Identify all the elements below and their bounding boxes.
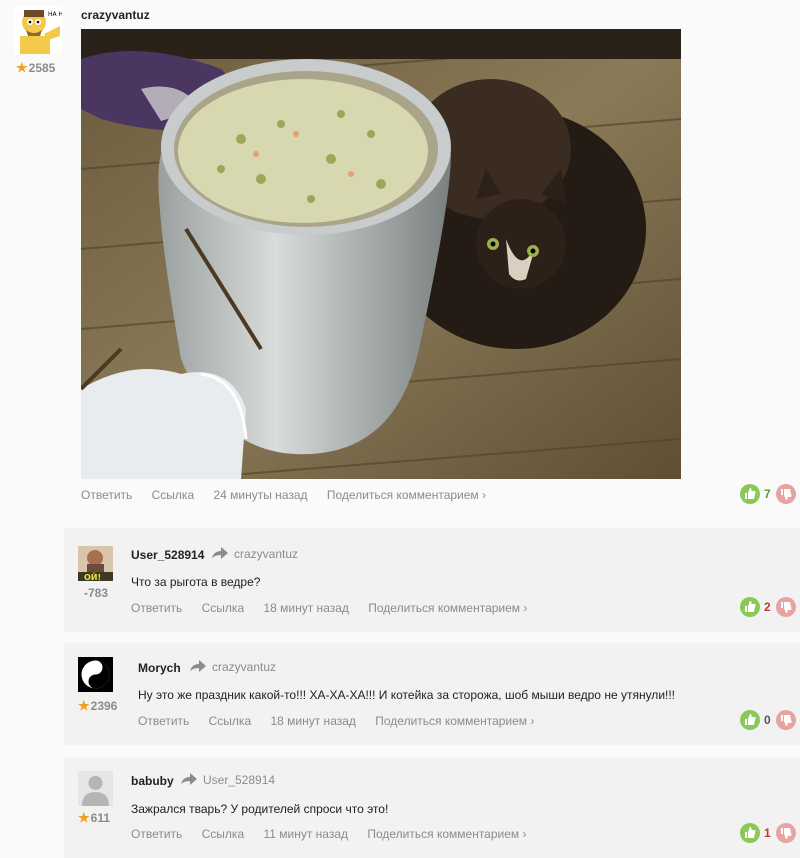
reply-arrow-icon: [212, 547, 228, 562]
comment-score: 2: [764, 600, 771, 614]
reply-to-user[interactable]: User_528914: [203, 773, 275, 787]
comment-author[interactable]: User_528914: [131, 548, 204, 562]
user-rating: -783: [84, 586, 109, 600]
permalink-link[interactable]: Ссылка: [209, 714, 251, 728]
user-rating: ★2585: [16, 60, 56, 75]
svg-text:НА Н: НА Н: [48, 11, 62, 18]
comment-time[interactable]: 18 минут назад: [270, 714, 355, 728]
comment-actions: Ответить Ссылка 18 минут назад Поделитьс…: [131, 601, 543, 615]
avatar[interactable]: ОЙ!: [78, 546, 113, 581]
thumbs-down-icon[interactable]: [776, 597, 796, 617]
star-icon: ★: [78, 698, 90, 713]
share-comment-link[interactable]: Поделиться комментарием ›: [327, 488, 486, 502]
thumbs-down-icon[interactable]: [776, 710, 796, 730]
permalink-link[interactable]: Ссылка: [202, 827, 244, 841]
reply-link[interactable]: Ответить: [81, 488, 132, 502]
thumbs-up-icon[interactable]: [740, 484, 760, 504]
reply-to-user[interactable]: crazyvantuz: [212, 660, 276, 674]
comment-time[interactable]: 24 минуты назад: [213, 488, 307, 502]
comment-actions: Ответить Ссылка 18 минут назад Поделитьс…: [138, 714, 550, 728]
comment-time[interactable]: 18 минут назад: [263, 601, 348, 615]
reply-arrow-icon: [181, 773, 197, 788]
comment-author[interactable]: crazyvantuz: [81, 8, 150, 22]
comment-image[interactable]: [81, 29, 681, 479]
permalink-link[interactable]: Ссылка: [202, 601, 244, 615]
share-comment-link[interactable]: Поделиться комментарием ›: [368, 601, 527, 615]
comment-actions: Ответить Ссылка 24 минуты назад Поделить…: [81, 488, 502, 502]
comment-score: 0: [764, 713, 771, 727]
avatar[interactable]: [78, 771, 113, 806]
avatar[interactable]: [78, 657, 113, 692]
reply-link[interactable]: Ответить: [138, 714, 189, 728]
star-icon: ★: [16, 60, 28, 75]
comment-item: НА Н ★2585 crazyvantuz Ответить Ссылка 2…: [0, 0, 800, 520]
reply-to[interactable]: crazyvantuz: [190, 660, 276, 675]
user-rating: ★2396: [78, 698, 118, 713]
reply-link[interactable]: Ответить: [131, 601, 182, 615]
reply-arrow-icon: [190, 660, 206, 675]
svg-text:ОЙ!: ОЙ!: [84, 571, 101, 581]
thumbs-up-icon[interactable]: [740, 710, 760, 730]
comment-text: Ну это же праздник какой-то!!! ХА-ХА-ХА!…: [138, 688, 676, 702]
thumbs-up-icon[interactable]: [740, 823, 760, 843]
vote-controls: 1: [740, 823, 800, 845]
thumbs-up-icon[interactable]: [740, 597, 760, 617]
avatar[interactable]: НА Н: [14, 6, 62, 54]
vote-controls: 7: [740, 484, 800, 506]
reply-to[interactable]: crazyvantuz: [212, 547, 298, 562]
comment-text: Что за рыгота в ведре?: [131, 575, 261, 589]
comment-item: ★2396 Morych crazyvantuz Ну это же празд…: [64, 643, 800, 745]
comment-author[interactable]: babuby: [131, 774, 174, 788]
thumbs-down-icon[interactable]: [776, 484, 796, 504]
comment-author[interactable]: Morych: [138, 661, 181, 675]
reply-to[interactable]: User_528914: [181, 773, 275, 788]
vote-controls: 0: [740, 710, 800, 732]
vote-controls: 2: [740, 597, 800, 619]
reply-to-user[interactable]: crazyvantuz: [234, 547, 298, 561]
share-comment-link[interactable]: Поделиться комментарием ›: [375, 714, 534, 728]
user-rating: ★611: [78, 810, 111, 825]
comment-time[interactable]: 11 минут назад: [263, 827, 348, 841]
comment-item: ОЙ! -783 User_528914 crazyvantuz Что за …: [64, 528, 800, 632]
comment-score: 7: [764, 487, 771, 501]
thumbs-down-icon[interactable]: [776, 823, 796, 843]
comment-item: ★611 babuby User_528914 Зажрался тварь? …: [64, 757, 800, 858]
permalink-link[interactable]: Ссылка: [152, 488, 194, 502]
share-comment-link[interactable]: Поделиться комментарием ›: [367, 827, 526, 841]
comment-score: 1: [764, 826, 771, 840]
comment-text: Зажрался тварь? У родителей спроси что э…: [131, 802, 389, 816]
star-icon: ★: [78, 810, 90, 825]
comment-actions: Ответить Ссылка 11 минут назад Поделитьс…: [131, 827, 542, 841]
reply-link[interactable]: Ответить: [131, 827, 182, 841]
